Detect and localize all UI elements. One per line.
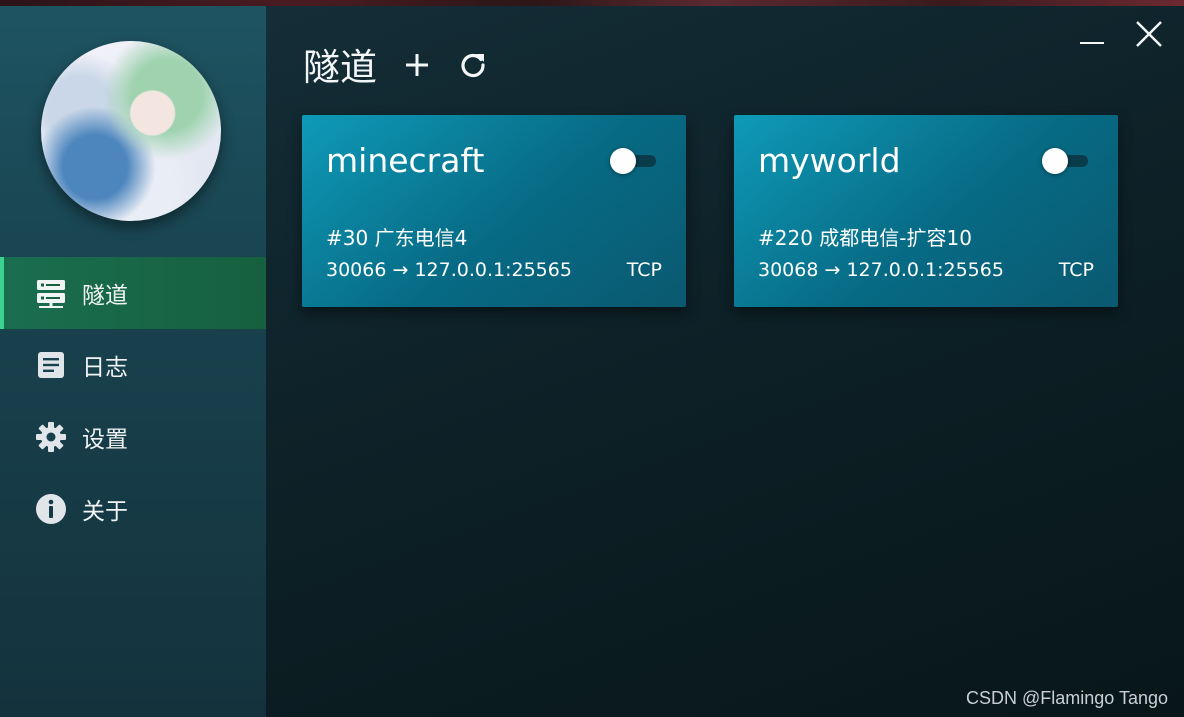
tunnel-node: #220 成都电信-扩容10 [758, 226, 972, 250]
user-avatar[interactable] [41, 41, 221, 221]
tunnel-name: minecraft [326, 141, 485, 180]
sidebar-item-tunnels[interactable]: 隧道 [0, 257, 266, 329]
sidebar-item-logs[interactable]: 日志 [0, 329, 266, 401]
server-icon [34, 276, 68, 310]
refresh-icon [459, 51, 487, 83]
refresh-button[interactable] [456, 50, 490, 84]
minimize-button[interactable] [1075, 23, 1109, 57]
tunnel-port-mapping: 30068 → 127.0.0.1:25565 [758, 259, 1004, 281]
sidebar-item-label: 设置 [82, 427, 128, 453]
add-tunnel-button[interactable] [400, 50, 434, 84]
tunnel-protocol: TCP [1058, 259, 1094, 281]
sidebar-item-label: 隧道 [82, 283, 128, 309]
tunnel-node: #30 广东电信4 [326, 226, 468, 250]
tunnel-protocol: TCP [626, 259, 662, 281]
tunnel-toggle[interactable] [610, 148, 658, 174]
watermark: CSDN @Flamingo Tango [965, 688, 1168, 708]
tunnel-toggle[interactable] [1042, 148, 1090, 174]
info-icon [34, 492, 68, 526]
sidebar-item-settings[interactable]: 设置 [0, 401, 266, 473]
plus-icon [404, 52, 430, 82]
tunnel-name: myworld [758, 141, 901, 180]
document-icon [34, 348, 68, 382]
app-window: 隧道 日志 设置 关于 隧道 minecraft #30 广东电信4 30066… [0, 6, 1184, 717]
sidebar-item-about[interactable]: 关于 [0, 473, 266, 545]
minimize-icon [1079, 25, 1105, 55]
tunnel-port-mapping: 30066 → 127.0.0.1:25565 [326, 259, 572, 281]
gear-icon [34, 420, 68, 454]
toggle-knob [1042, 148, 1068, 174]
close-icon [1135, 20, 1163, 52]
sidebar-item-label: 关于 [82, 499, 128, 525]
close-button[interactable] [1132, 19, 1166, 53]
page-title: 隧道 [303, 46, 377, 89]
sidebar: 隧道 日志 设置 关于 [0, 6, 266, 717]
toggle-knob [610, 148, 636, 174]
tunnel-card[interactable]: minecraft #30 广东电信4 30066 → 127.0.0.1:25… [302, 115, 686, 307]
tunnel-card[interactable]: myworld #220 成都电信-扩容10 30068 → 127.0.0.1… [734, 115, 1118, 307]
sidebar-item-label: 日志 [82, 355, 128, 381]
